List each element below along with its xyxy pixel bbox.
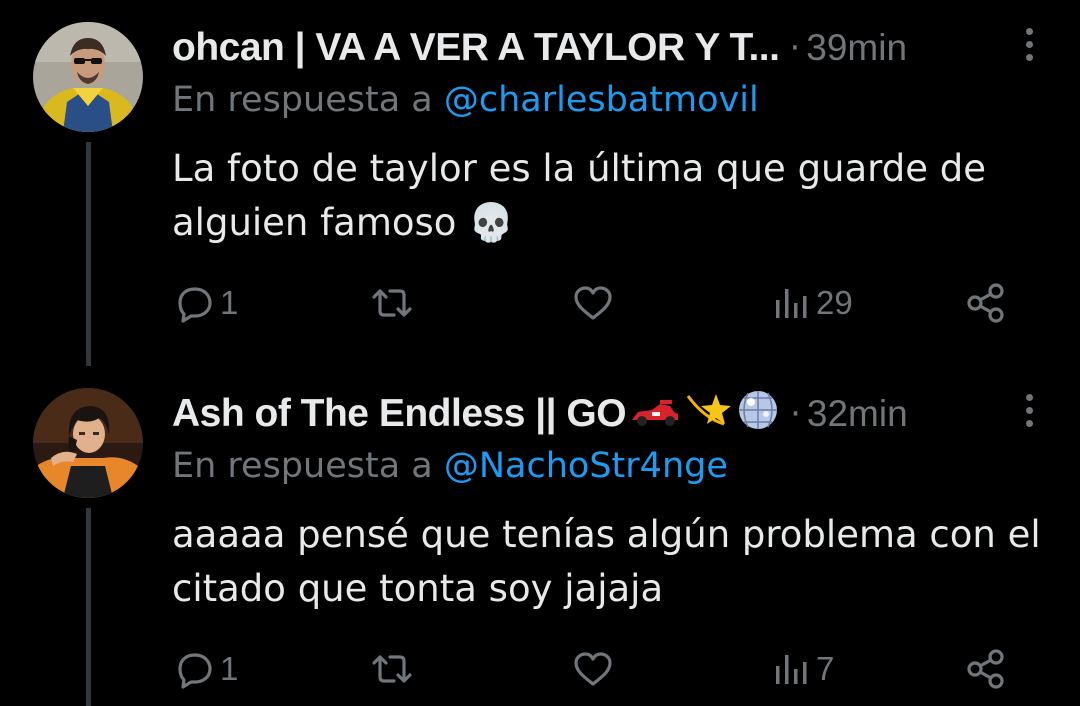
- share-button[interactable]: [964, 278, 1008, 328]
- reply-button[interactable]: 1: [172, 278, 238, 328]
- reply-handle-link[interactable]: @NachoStr4nge: [444, 446, 728, 486]
- tweet-text-line: aaaaa pensé que tenías algún problema co…: [172, 513, 1041, 556]
- reply-count: 1: [220, 650, 239, 687]
- views-button[interactable]: 7: [772, 644, 834, 694]
- views-count: 29: [816, 284, 853, 321]
- tweet-text: aaaaa pensé que tenías algún problema co…: [172, 508, 1042, 616]
- action-bar: 1: [172, 644, 1022, 694]
- views-icon: [776, 289, 807, 318]
- tweet[interactable]: Ash of The Endless || GO · 32min En resp…: [0, 366, 1080, 706]
- reply-feed: ohcan | VA A VER A TAYLOR Y T... · 39min…: [0, 0, 1080, 706]
- reply-button[interactable]: 1: [172, 644, 238, 694]
- separator: ·: [790, 394, 801, 434]
- tweet[interactable]: ohcan | VA A VER A TAYLOR Y T... · 39min…: [0, 0, 1080, 366]
- reply-prefix: En respuesta a: [172, 80, 433, 120]
- like-button[interactable]: [570, 278, 620, 328]
- timestamp[interactable]: 39min: [806, 27, 907, 69]
- share-icon: [967, 283, 1004, 323]
- tweet-text: La foto de taylor es la última que guard…: [172, 142, 1042, 250]
- tweet-text-line: La foto de taylor es la última que guard…: [172, 147, 986, 190]
- more-icon[interactable]: [1022, 28, 1036, 68]
- reply-context: En respuesta a @charlesbatmovil: [172, 80, 759, 120]
- like-icon: [574, 652, 612, 686]
- reply-count: 1: [220, 284, 239, 321]
- retweet-icon: [372, 289, 412, 317]
- avatar[interactable]: [33, 388, 143, 498]
- reply-icon: [178, 653, 212, 689]
- retweet-icon: [372, 655, 412, 683]
- reply-handle-link[interactable]: @charlesbatmovil: [444, 80, 759, 120]
- tweet-text-line: citado que tonta soy jajaja: [172, 567, 664, 610]
- share-button[interactable]: [964, 644, 1008, 694]
- tweet-text-line: alguien famoso 💀: [172, 201, 515, 244]
- retweet-button[interactable]: [368, 278, 420, 328]
- reply-context: En respuesta a @NachoStr4nge: [172, 446, 728, 486]
- race-car-emoji: [630, 390, 680, 439]
- tweet-header: ohcan | VA A VER A TAYLOR Y T... · 39min: [172, 22, 907, 74]
- views-button[interactable]: 29: [772, 278, 853, 328]
- more-icon[interactable]: [1022, 394, 1036, 434]
- retweet-button[interactable]: [368, 644, 420, 694]
- views-count: 7: [816, 650, 835, 687]
- separator: ·: [789, 28, 801, 68]
- display-name[interactable]: ohcan | VA A VER A TAYLOR Y T...: [172, 26, 780, 70]
- reply-prefix: En respuesta a: [172, 446, 433, 486]
- action-bar: 1: [172, 278, 1022, 328]
- tweet-header: Ash of The Endless || GO · 32min: [172, 388, 908, 440]
- mirror-ball-emoji: [736, 388, 780, 441]
- share-icon: [967, 649, 1004, 689]
- like-button[interactable]: [570, 644, 620, 694]
- avatar[interactable]: [33, 22, 143, 132]
- display-name[interactable]: Ash of The Endless || GO: [172, 392, 627, 436]
- reply-icon: [178, 287, 212, 323]
- timestamp[interactable]: 32min: [807, 393, 908, 435]
- thread-line: [86, 142, 91, 366]
- like-icon: [574, 286, 612, 320]
- views-icon: [776, 655, 807, 684]
- thread-line: [86, 508, 91, 706]
- dizzy-emoji: [684, 388, 732, 441]
